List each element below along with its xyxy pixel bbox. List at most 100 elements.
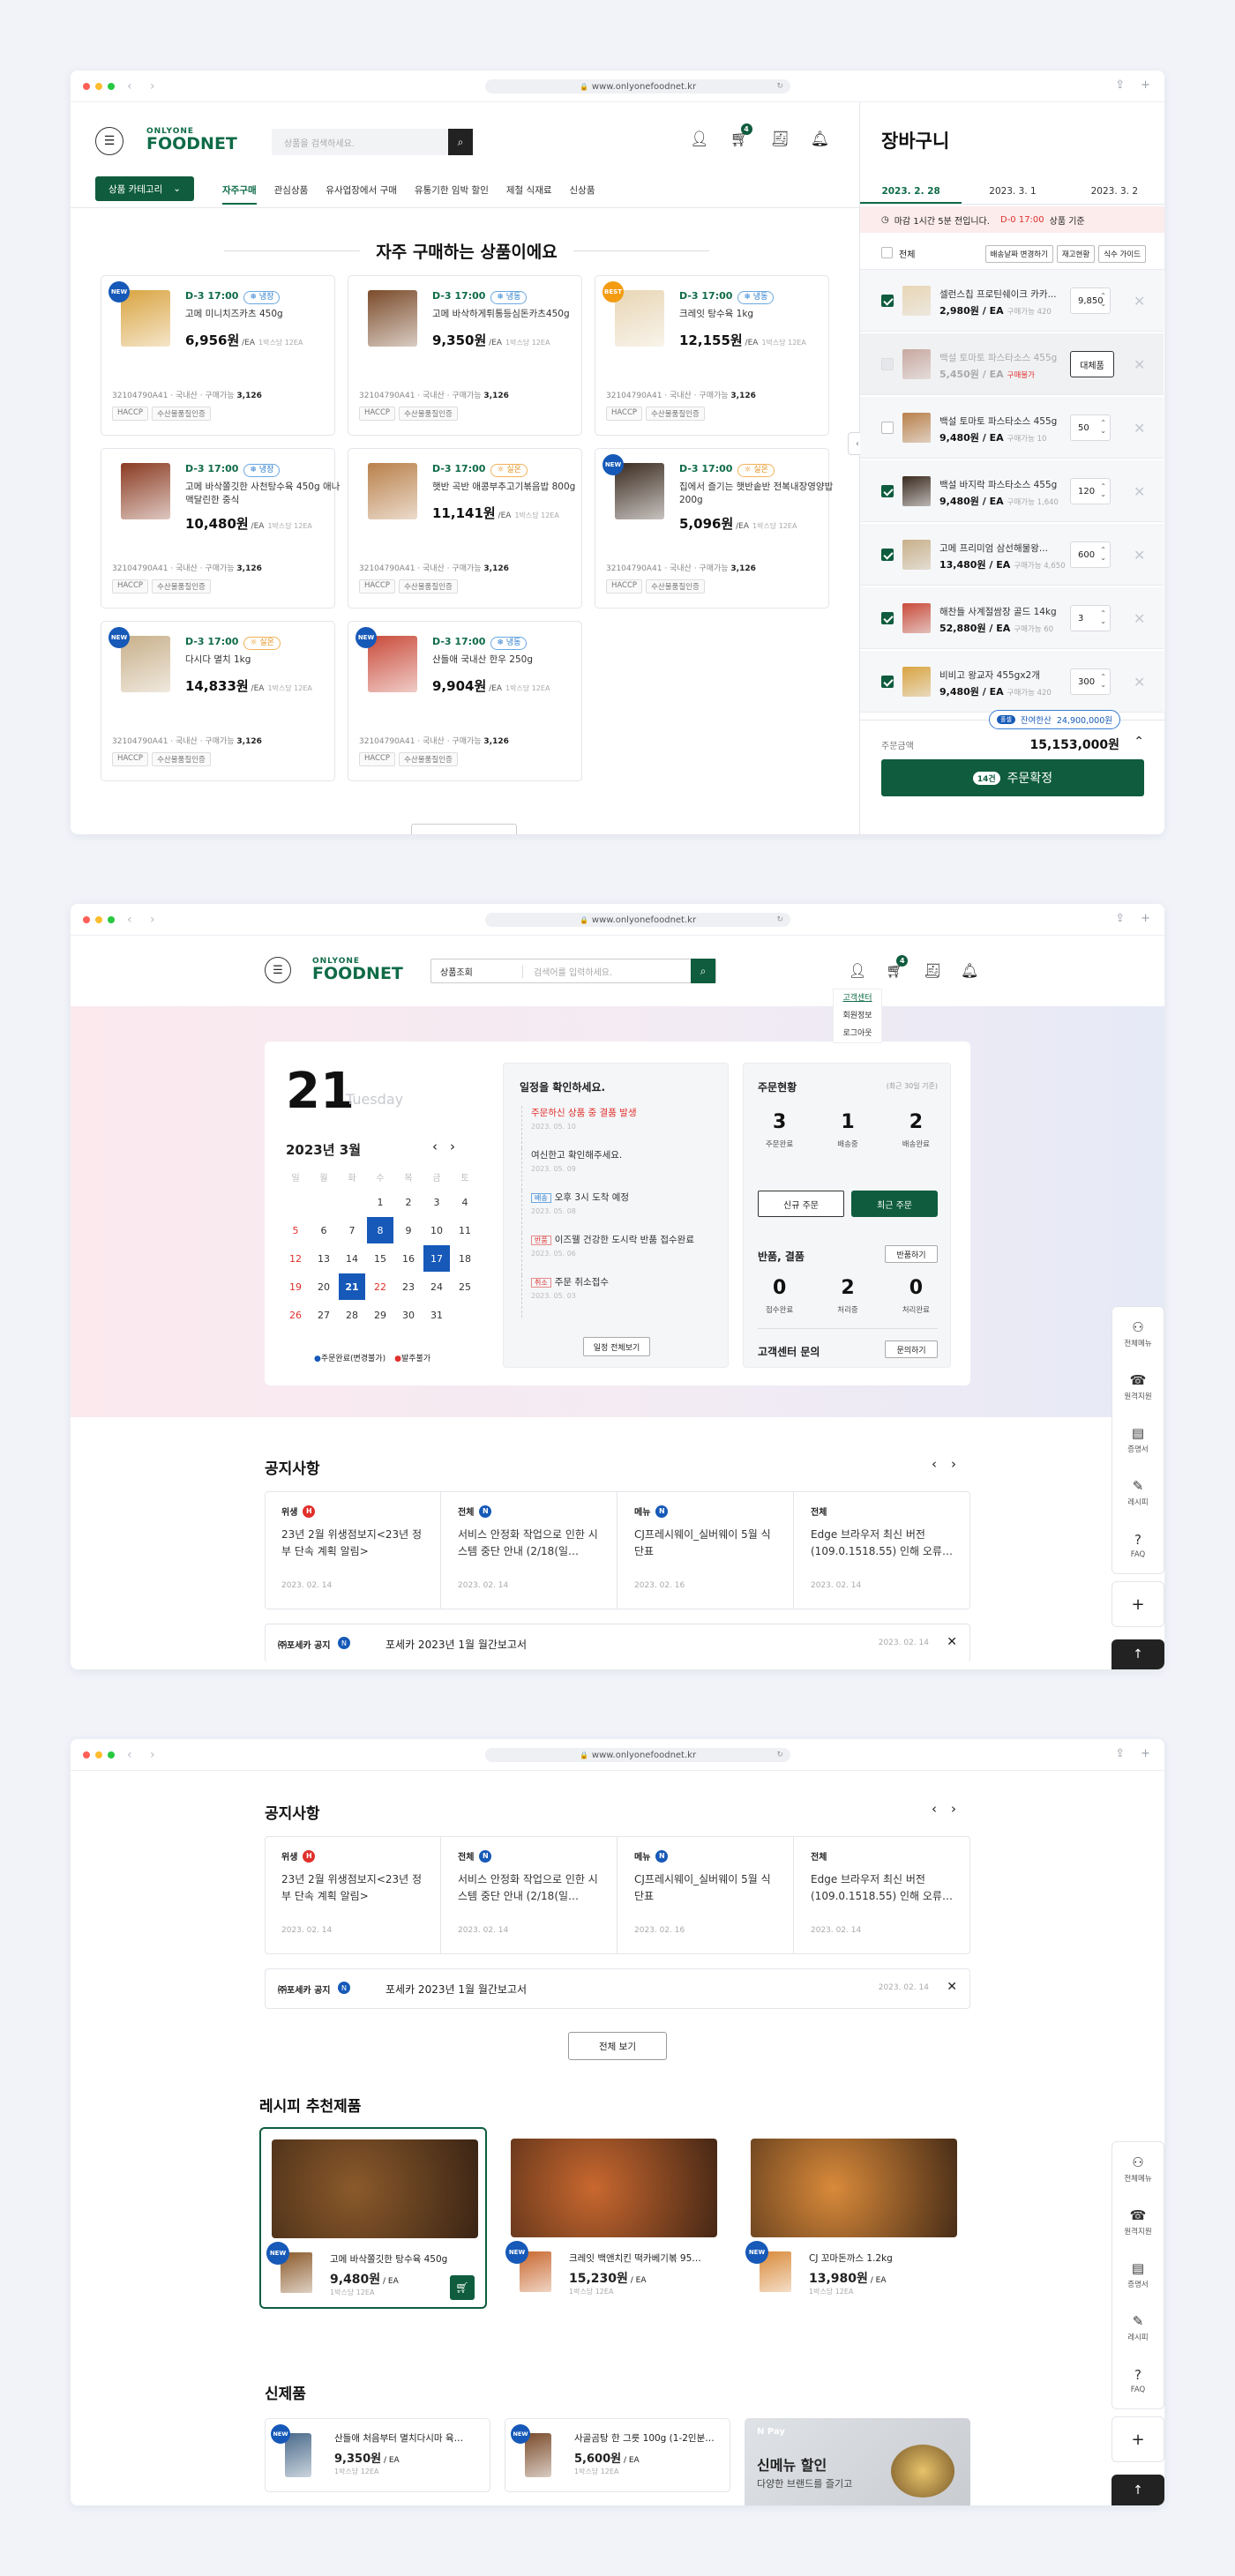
calendar-day[interactable]: 26 (281, 1300, 311, 1330)
cart-action-2[interactable]: 재고현황 (1056, 245, 1096, 263)
date-tab-2[interactable]: 2023. 3. 1 (962, 180, 1063, 204)
recipe-card[interactable]: NEW 고메 바삭쫄깃한 탕수육 450g 9,480원 / EA 1박스당 12EA… (259, 2127, 487, 2309)
recipe-card[interactable]: NEW 크레잇 백앤치킨 떡카베기볶 95… 15,230원 / EA 1박스당 12… (499, 2127, 727, 2309)
category-button[interactable]: 상품 카테고리 ⌄ (95, 176, 194, 201)
quantity-stepper[interactable]: 9,850 (1070, 287, 1111, 314)
calendar-day[interactable]: 12 (281, 1243, 311, 1273)
product-card[interactable]: NEW D-3 17:00 ☼ 실온 집에서 즐기는 햇반솥반 전복내장영양밥 200… (595, 448, 833, 609)
substitute-button[interactable]: 대체품 (1070, 351, 1114, 377)
notice-bar[interactable]: ㈜포세카 공지 N 포세카 2023년 1월 월간보고서 2023. 02. 14 ✕ (265, 1968, 970, 2009)
notice-card[interactable]: 전체 Edge 브라우저 최신 버전 (109.0.1518.55) 인해 오류…… (795, 1492, 970, 1609)
item-name[interactable]: 백설 토마토 파스타소스 455g (939, 351, 1072, 364)
calendar-day[interactable]: 27 (309, 1300, 339, 1330)
product-card[interactable]: D-3 17:00 ☼ 실온 햇반 곡반 애콩부추고기볶음밥 800g 11,141원… (348, 448, 582, 609)
item-checkbox[interactable] (881, 612, 894, 624)
address-bar[interactable]: 🔒 www.onlyonefoodnet.kr ↻ (485, 79, 790, 93)
address-bar[interactable]: 🔒 www.onlyonefoodnet.kr ↻ (485, 1748, 790, 1762)
calendar-day[interactable]: 13 (309, 1243, 339, 1273)
product-name[interactable]: 산들애 국내산 한우 250g (432, 653, 591, 667)
calendar-day[interactable]: 17 (422, 1243, 452, 1273)
tab-2[interactable]: 관심상품 (274, 176, 309, 205)
scroll-top-button[interactable]: ↑ (1112, 1639, 1164, 1669)
calendar-day[interactable]: 8 (365, 1215, 395, 1245)
calendar-day[interactable]: 21 (337, 1272, 367, 1302)
new-tab-icon[interactable]: + (1141, 1747, 1150, 1760)
reload-icon[interactable]: ↻ (776, 1751, 783, 1759)
calendar-day[interactable]: 18 (450, 1243, 480, 1273)
dropdown-item-2[interactable]: 회원정보 (834, 1007, 881, 1025)
add-float-button[interactable]: + (1112, 1581, 1164, 1627)
maximize-dot[interactable] (108, 1751, 115, 1758)
item-checkbox[interactable] (881, 422, 894, 434)
search-input[interactable]: 검색어를 입력하세요. (523, 965, 691, 978)
calendar-day[interactable]: 9 (393, 1215, 423, 1245)
minimize-dot[interactable] (95, 1751, 102, 1758)
share-icon[interactable]: ⇪ (1115, 1747, 1125, 1760)
side-menu-item[interactable]: ✎ 레시피 (1112, 1466, 1164, 1519)
close-dot[interactable] (83, 1751, 90, 1758)
calendar-day[interactable]: 19 (281, 1272, 311, 1302)
recipe-name[interactable]: 고메 바삭쫄깃한 탕수육 450g (330, 2252, 471, 2266)
calendar-day[interactable]: 7 (337, 1215, 367, 1245)
tab-5[interactable]: 제철 식재료 (506, 176, 552, 205)
remove-icon[interactable]: ✕ (1134, 293, 1145, 310)
side-menu-item[interactable]: ☎ 원격지원 (1112, 1360, 1164, 1413)
tab-3[interactable]: 유사업장에서 구매 (326, 176, 397, 205)
schedule-item[interactable]: 주문하신 상품 중 결품 발생 2023. 05. 10 (521, 1106, 722, 1148)
user-icon[interactable]: 👤︎ (849, 962, 866, 979)
calendar-day[interactable]: 29 (365, 1300, 395, 1330)
notice-card[interactable]: 위생 H 23년 2월 위생점보지<23년 정부 단속 계획 알림> 2023. 02… (266, 1837, 441, 1953)
recipe-name[interactable]: 크레잇 백앤치킨 떡카베기볶 95… (569, 2251, 710, 2265)
product-card[interactable]: NEW D-3 17:00 ☼ 실온 다시다 멸치 1kg 14,833원 /EA 1박스… (101, 621, 335, 781)
item-name[interactable]: 비비고 왕교자 455gx2개 (939, 668, 1072, 682)
recipe-name[interactable]: CJ 꼬마돈까스 1.2kg (809, 2251, 950, 2265)
calendar-day[interactable]: 5 (281, 1215, 311, 1245)
quantity-stepper[interactable]: 120 (1070, 478, 1111, 504)
side-menu-item[interactable]: ⚇ 전체메뉴 (1112, 1307, 1164, 1360)
add-float-button[interactable]: + (1112, 2416, 1164, 2462)
tab-6[interactable]: 신상품 (570, 176, 595, 205)
date-tab-3[interactable]: 2023. 3. 2 (1064, 180, 1164, 204)
quantity-stepper[interactable]: 600 (1070, 541, 1111, 568)
notice-prev-next[interactable]: ‹› (932, 1801, 970, 1817)
select-all-checkbox[interactable] (881, 247, 893, 258)
calendar-day[interactable]: 3 (422, 1187, 452, 1217)
calendar-day[interactable]: 2 (393, 1187, 423, 1217)
remove-icon[interactable]: ✕ (1134, 420, 1145, 437)
product-name[interactable]: 고메 바삭쫄깃한 사천탕수육 450g 애나 맥달린한 중식 (185, 481, 344, 507)
remove-icon[interactable]: ✕ (1134, 674, 1145, 691)
calendar-day[interactable]: 11 (450, 1215, 480, 1245)
schedule-item[interactable]: 반품 이즈웰 건강한 도시락 반품 접수완료 2023. 05. 06 (521, 1233, 722, 1275)
order-confirm-button[interactable]: 14건 주문확정 (881, 759, 1144, 796)
calendar-day[interactable]: 31 (422, 1300, 452, 1330)
search-icon[interactable]: ⌕ (691, 959, 715, 983)
product-name[interactable]: 햇반 곡반 애콩부추고기볶음밥 800g (432, 481, 591, 494)
remove-icon[interactable]: ✕ (1134, 483, 1145, 500)
back-forward-icon[interactable]: ‹ › (127, 79, 162, 93)
schedule-item[interactable]: 여신한고 확인해주세요. 2023. 05. 09 (521, 1148, 722, 1191)
close-dot[interactable] (83, 82, 90, 90)
logo[interactable]: ONLYONE FOODNET (146, 125, 237, 153)
search-box[interactable]: 상품조회 검색어를 입력하세요. ⌕ (430, 959, 716, 983)
product-card[interactable]: NEW D-3 17:00 ❄ 냉장 고메 미니치즈카츠 450g 6,956원 /EA… (101, 275, 335, 436)
quantity-stepper[interactable]: 3 (1070, 605, 1111, 631)
product-card[interactable]: D-3 17:00 ❄ 냉장 고메 바삭쫄깃한 사천탕수육 450g 애나 맥달린한… (101, 448, 340, 609)
receipt-icon[interactable]: 🧾︎ (924, 962, 941, 979)
calendar-day[interactable]: 30 (393, 1300, 423, 1330)
schedule-item[interactable]: 배송 오후 3시 도착 예정 2023. 05. 08 (521, 1191, 722, 1233)
notice-card[interactable]: 메뉴 N CJ프레시웨이_실버웨이 5월 식단표 2023. 02. 16 (618, 1492, 794, 1609)
cart-icon[interactable]: 🛒︎ 4 (886, 955, 909, 979)
notice-card[interactable]: 위생 H 23년 2월 위생점보지<23년 정부 단속 계획 알림> 2023. 02… (266, 1492, 441, 1609)
side-menu-item[interactable]: ☎ 원격지원 (1112, 2195, 1164, 2248)
chevron-up-icon[interactable]: ⌃ (1134, 735, 1144, 749)
quantity-stepper[interactable]: 300 (1070, 668, 1111, 695)
search-type-select[interactable]: 상품조회 (431, 964, 523, 978)
product-name[interactable]: 다시다 멸치 1kg (185, 653, 344, 667)
calendar-day[interactable]: 28 (337, 1300, 367, 1330)
cs-button[interactable]: 문의하기 (885, 1340, 938, 1358)
side-menu-item[interactable]: ? FAQ (1112, 1519, 1164, 1572)
side-menu-item[interactable]: ⚇ 전체메뉴 (1112, 2142, 1164, 2195)
close-dot[interactable] (83, 915, 90, 923)
item-checkbox[interactable] (881, 676, 894, 688)
calendar-day[interactable]: 6 (309, 1215, 339, 1245)
